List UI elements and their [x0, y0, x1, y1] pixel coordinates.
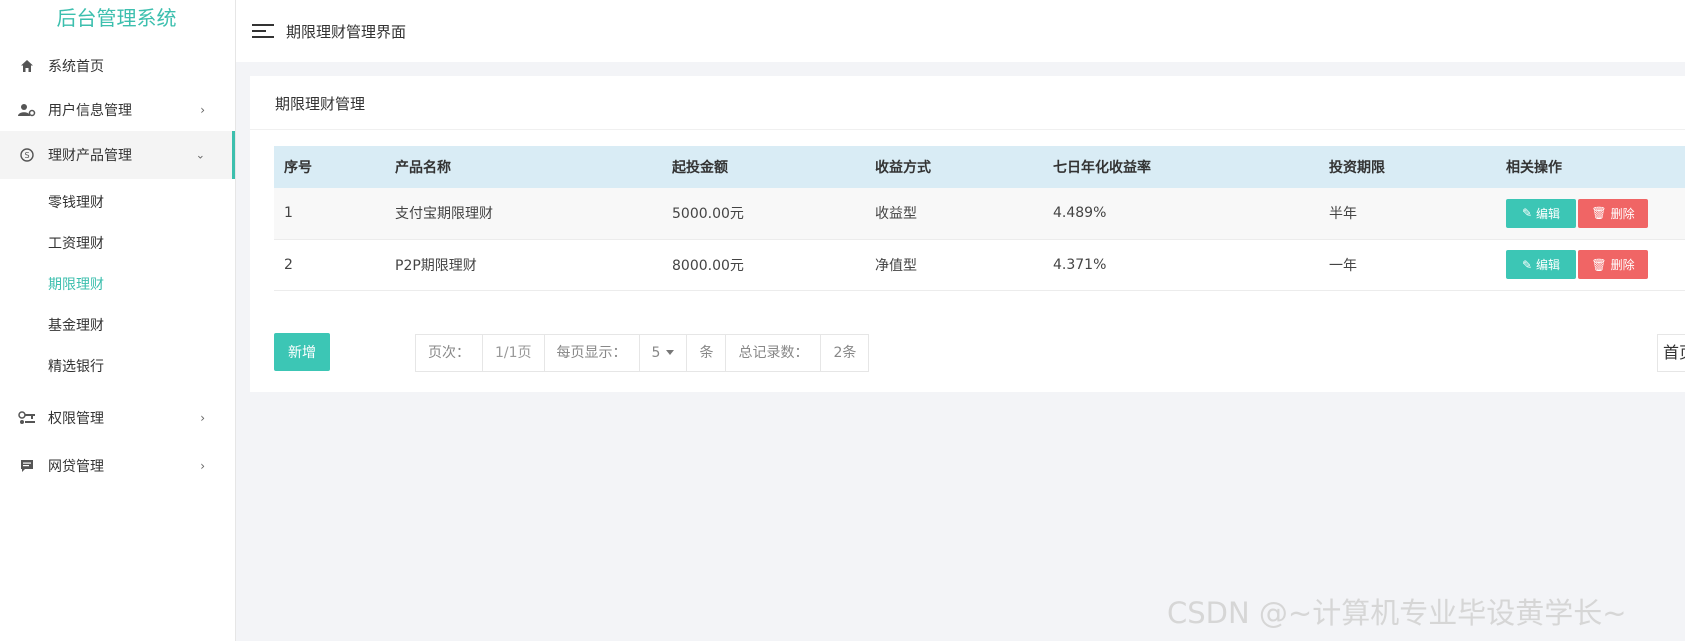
column-header: 收益方式 — [875, 160, 931, 176]
cell-id: 2 — [284, 256, 293, 273]
sidebar-item-home[interactable]: 系统首页 — [0, 42, 235, 90]
sidebar-item-label: 权限管理 — [48, 411, 104, 427]
term-finance-table: 序号 产品名称 起投金额 收益方式 七日年化收益率 投资期限 相关操作 1 支付… — [274, 146, 1685, 291]
sidebar: 后台管理系统 系统首页 用户信息管理 › S 理财产品管理 ⌄ 零钱理财 工资理… — [0, 0, 236, 641]
column-header: 七日年化收益率 — [1053, 160, 1151, 176]
edit-button[interactable]: ✎ 编辑 — [1506, 198, 1576, 228]
sidebar-item-online-loan[interactable]: 网贷管理 › — [0, 442, 235, 490]
content-panel: 期限理财管理 序号 产品名称 起投金额 收益方式 七日年化收益率 投资期限 相关… — [250, 76, 1685, 392]
edit-label: 编辑 — [1536, 206, 1561, 221]
cell-rate: 4.371% — [1053, 256, 1107, 273]
cell-term: 一年 — [1329, 257, 1357, 274]
skype-circle-icon: S — [18, 146, 36, 164]
cell-term: 半年 — [1329, 206, 1357, 223]
cell-id: 1 — [284, 205, 293, 222]
table-row: 2 P2P期限理财 8000.00元 净值型 4.371% 一年 ✎ 编辑 🗑 删除 — [274, 239, 1685, 290]
per-page-select[interactable]: 5 — [640, 335, 688, 371]
cell-type: 净值型 — [875, 257, 917, 274]
sidebar-item-label: 用户信息管理 — [48, 103, 132, 119]
cell-name: P2P期限理财 — [395, 257, 477, 274]
column-header: 产品名称 — [395, 160, 451, 176]
chevron-right-icon: › — [200, 103, 205, 117]
edit-button[interactable]: ✎ 编辑 — [1506, 250, 1576, 279]
sidebar-item-label: 理财产品管理 — [48, 148, 132, 164]
home-icon — [18, 57, 36, 75]
delete-label: 删除 — [1610, 258, 1635, 272]
cell-name: 支付宝期限理财 — [395, 206, 493, 223]
pager-page-value: 1/1页 — [483, 335, 545, 371]
submenu-finance: 零钱理财 工资理财 期限理财 基金理财 精选银行 — [0, 179, 235, 394]
pager-page-label: 页次： — [416, 335, 483, 371]
pager-total-value: 2条 — [833, 345, 857, 361]
sidebar-subitem-term-finance[interactable]: 期限理财 — [0, 265, 235, 306]
trash-icon: 🗑 — [1591, 257, 1607, 272]
sidebar-subitem-salary-finance[interactable]: 工资理财 — [0, 224, 235, 265]
brand-title: 后台管理系统 — [56, 6, 177, 30]
chevron-right-icon: › — [200, 411, 205, 425]
delete-label: 删除 — [1610, 206, 1635, 221]
watermark-text: CSDN @~计算机专业毕设黄学长~ — [1167, 596, 1627, 630]
message-icon — [18, 457, 36, 475]
sidebar-item-permissions[interactable]: 权限管理 › — [0, 394, 235, 442]
pager-per-page-label: 每页显示： — [545, 335, 640, 371]
column-header: 相关操作 — [1506, 160, 1562, 176]
user-settings-icon — [18, 101, 36, 119]
table-row: 1 支付宝期限理财 5000.00元 收益型 4.489% 半年 ✎ 编辑 🗑 删除 — [274, 188, 1685, 239]
sidebar-subitem-change-finance[interactable]: 零钱理财 — [0, 183, 235, 224]
column-header: 序号 — [284, 160, 312, 176]
pagination: 页次： 1/1页 每页显示： 5 条 总记录数： 2条 — [415, 334, 870, 372]
column-header: 起投金额 — [672, 160, 728, 176]
add-button[interactable]: 新增 — [274, 333, 330, 371]
first-page-button[interactable]: 首页 — [1657, 334, 1685, 372]
menu-toggle-icon[interactable] — [252, 23, 274, 39]
per-page-value: 5 — [651, 345, 661, 361]
edit-label: 编辑 — [1536, 258, 1561, 272]
sidebar-item-label: 系统首页 — [48, 59, 104, 75]
delete-button[interactable]: 🗑 删除 — [1578, 198, 1648, 228]
cell-rate: 4.489% — [1053, 205, 1107, 222]
sidebar-subitem-fund-finance[interactable]: 基金理财 — [0, 306, 235, 347]
svg-text:S: S — [24, 151, 29, 160]
trash-icon: 🗑 — [1591, 206, 1607, 221]
chevron-down-icon: ⌄ — [195, 148, 205, 162]
sidebar-item-finance-products[interactable]: S 理财产品管理 ⌄ — [0, 131, 235, 179]
cell-amount: 8000.00元 — [672, 257, 744, 274]
pager-total-label: 总记录数： — [726, 335, 822, 371]
chevron-right-icon: › — [200, 459, 205, 473]
column-header: 投资期限 — [1329, 160, 1385, 176]
page-title: 期限理财管理界面 — [286, 22, 407, 41]
cell-type: 收益型 — [875, 206, 917, 223]
table-header-row: 序号 产品名称 起投金额 收益方式 七日年化收益率 投资期限 相关操作 — [274, 146, 1685, 188]
top-header: 期限理财管理界面 — [236, 0, 1685, 62]
pager-per-page-unit: 条 — [687, 335, 727, 371]
sidebar-subitem-selected-bank[interactable]: 精选银行 — [0, 347, 235, 388]
pencil-icon: ✎ — [1521, 257, 1533, 272]
panel-title: 期限理财管理 — [250, 76, 1685, 130]
cell-amount: 5000.00元 — [672, 206, 744, 223]
key-icon — [18, 409, 36, 427]
cell-actions: ✎ 编辑 🗑 删除 — [1496, 239, 1685, 290]
delete-button[interactable]: 🗑 删除 — [1578, 250, 1648, 279]
caret-down-icon — [666, 350, 675, 355]
sidebar-item-user-info[interactable]: 用户信息管理 › — [0, 86, 235, 134]
cell-actions: ✎ 编辑 🗑 删除 — [1496, 188, 1685, 239]
pencil-icon: ✎ — [1521, 206, 1533, 221]
sidebar-item-label: 网贷管理 — [48, 459, 104, 475]
